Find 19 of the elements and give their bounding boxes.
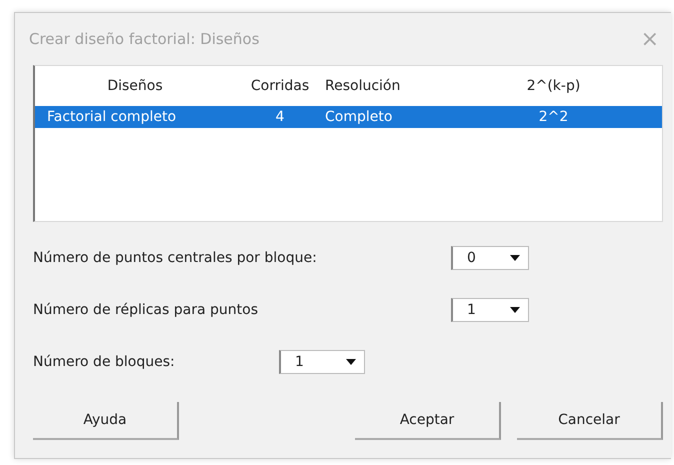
caret-icon [510,255,520,261]
dialog-button[interactable]: Aceptar [355,402,501,440]
window-title: Crear diseño factorial: Diseños [29,30,260,48]
dropdown[interactable]: 1 [279,350,365,374]
column-header: 2^(k-p) [526,78,582,94]
designs-list[interactable]: Diseños Corridas Resolución 2^(k-p) Factorial completo 4 Completo 2^2 [33,65,663,222]
caret-icon [510,307,520,313]
list-row[interactable]: Factorial completo 4 Completo 2^2 [35,106,662,128]
field-label: Número de bloques: [33,354,176,370]
column-header: Resolución [325,78,402,94]
caret-icon [346,359,356,365]
field-label: Número de puntos centrales por bloque: [33,250,318,266]
dropdown[interactable]: 0 [451,246,529,270]
column-header: Diseños [106,78,164,94]
dialog-button[interactable]: Cancelar [517,402,663,440]
column-header: Corridas [250,78,310,94]
dropdown[interactable]: 1 [451,298,529,322]
field-label: Número de réplicas para puntos [33,302,259,318]
dialog-button[interactable]: Ayuda [33,402,179,440]
